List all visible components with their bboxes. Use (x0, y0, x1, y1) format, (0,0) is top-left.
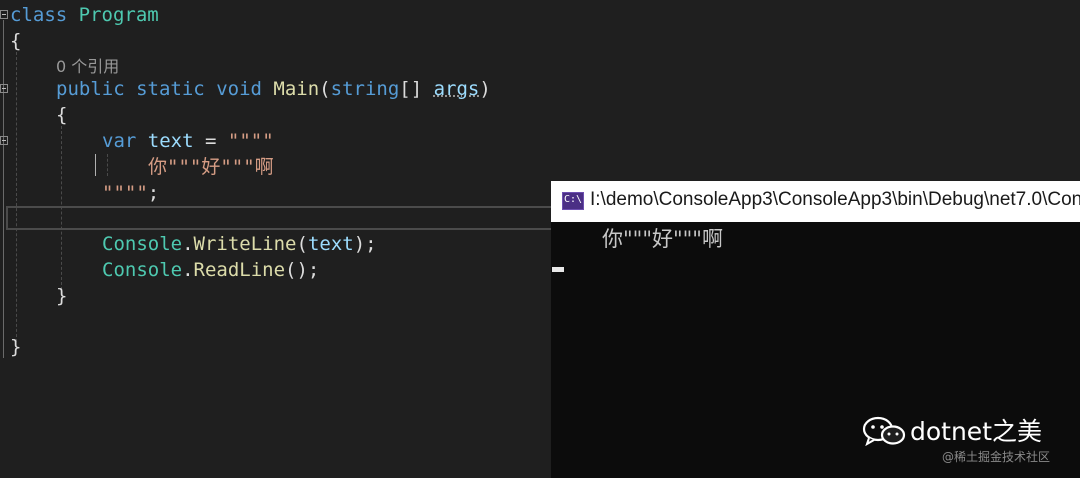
raw-string-content: 你"""好"""啊 (148, 156, 274, 178)
close-paren-semicolon: ); (353, 233, 377, 255)
console-output: 你"""好"""啊 (602, 227, 723, 251)
wechat-icon (862, 416, 906, 446)
raw-string-indent-marker (95, 154, 96, 176)
code-line-class-close-brace[interactable]: } (10, 334, 21, 360)
console-title: I:\demo\ConsoleApp3\ConsoleApp3\bin\Debu… (590, 189, 1080, 210)
brace: { (10, 30, 22, 52)
assign-op: = (193, 130, 228, 152)
brace: } (56, 285, 68, 307)
dot: . (182, 233, 194, 255)
parens-semicolon: (); (285, 259, 320, 281)
dot: . (182, 259, 194, 281)
code-line-main-open-brace[interactable]: { (56, 102, 67, 128)
class-name: Program (78, 4, 159, 26)
keyword-public: public (56, 78, 125, 100)
fold-toggle-string[interactable] (0, 136, 8, 145)
method-name-main: Main (273, 78, 320, 100)
raw-string-close: """" (102, 182, 148, 204)
fold-toggle-class[interactable] (0, 10, 8, 19)
close-paren: ) (479, 78, 491, 100)
console-titlebar[interactable]: C:\ I:\demo\ConsoleApp3\ConsoleApp3\bin\… (551, 181, 1080, 222)
code-line-class[interactable]: class Program (10, 2, 159, 28)
param-args: args (433, 78, 480, 100)
console-icon-label: C:\ (563, 194, 583, 205)
code-line-readline[interactable]: Console.ReadLine(); (102, 257, 319, 283)
indent-guide-1 (16, 52, 17, 342)
open-paren: ( (319, 78, 331, 100)
semicolon: ; (147, 182, 160, 204)
code-line-raw-string-close[interactable]: """"; (102, 180, 159, 206)
current-line-highlight (6, 206, 566, 230)
arg-text: text (307, 233, 354, 255)
identifier-text: text (147, 130, 194, 152)
class-console: Console (102, 259, 183, 281)
code-line-main-close-brace[interactable]: } (56, 283, 67, 309)
raw-string-open: """" (227, 130, 274, 152)
method-writeline: WriteLine (193, 233, 297, 255)
array-brackets: [] (399, 78, 434, 100)
open-paren: ( (296, 233, 308, 255)
code-line-open-brace[interactable]: { (10, 28, 21, 54)
watermark-credit: @稀土掘金技术社区 (942, 450, 1051, 464)
keyword-void: void (216, 78, 262, 100)
codelens-references[interactable]: 0 个引用 (56, 53, 119, 77)
watermark-brand: dotnet之美 (910, 417, 1042, 446)
code-line-raw-string-content[interactable]: 你"""好"""啊 (148, 154, 274, 180)
fold-toggle-main[interactable] (0, 84, 8, 93)
keyword-string: string (330, 78, 400, 100)
code-line-writeline[interactable]: Console.WriteLine(text); (102, 231, 377, 257)
class-console: Console (102, 233, 183, 255)
console-cursor (552, 267, 564, 272)
indent-guide-3 (107, 154, 108, 176)
method-readline: ReadLine (193, 259, 286, 281)
keyword-class: class (10, 4, 68, 26)
console-app-icon: C:\ (562, 192, 584, 210)
brace: } (10, 336, 22, 358)
code-line-main-signature[interactable]: public static void Main(string[] args) (56, 76, 491, 102)
keyword-static: static (136, 78, 205, 100)
brace: { (56, 104, 68, 126)
code-line-var-text[interactable]: var text = """" (102, 128, 274, 154)
keyword-var: var (102, 130, 137, 152)
fold-line-class (3, 20, 4, 358)
